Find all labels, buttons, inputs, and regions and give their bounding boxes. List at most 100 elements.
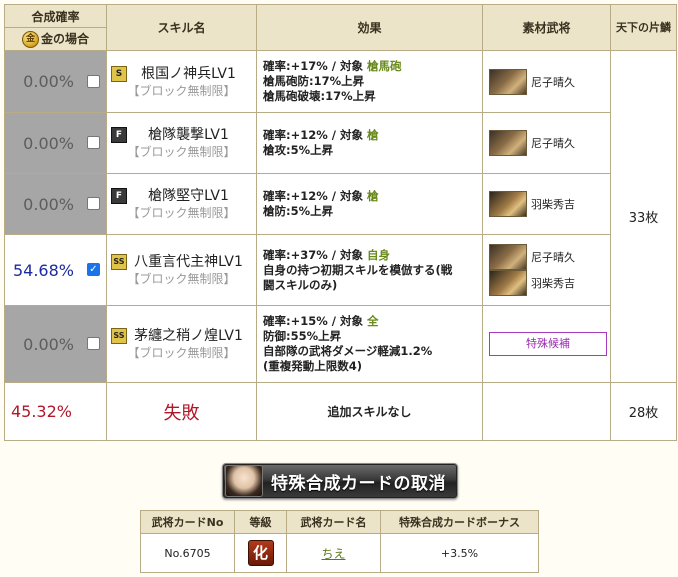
effect-rate: 確率:+15% / 対象 <box>263 314 367 328</box>
material-cell: 尼子晴久 <box>482 112 611 174</box>
fail-row: 45.32% 失敗 追加スキルなし 28枚 <box>4 382 677 441</box>
skill-block-tag: 【ブロック無制限】 <box>127 83 236 98</box>
tenka-header-label: 天下の片鱗 <box>616 21 671 34</box>
rank-header: 等級 <box>234 510 287 534</box>
skill-cell: F 槍隊堅守LV1 【ブロック無制限】 <box>106 173 257 235</box>
table-row: 0.00% SS 茅纏之稍ノ煌LV1 【ブロック無制限】 確率:+15% / 対… <box>4 305 677 383</box>
table-row: 54.68% ✓ SS 八重言代主神LV1 【ブロック無制限】 確率:+37% … <box>4 234 677 306</box>
effect-rate-line: 確率:+15% / 対象 全 <box>263 314 476 329</box>
skill-block-tag: 【ブロック無制限】 <box>127 272 236 286</box>
table-row: 0.00% F 槍隊堅守LV1 【ブロック無制限】 確率:+12% / 対象 槍… <box>4 173 677 235</box>
rate-value: 0.00% <box>23 133 74 153</box>
card-name-header: 武将カード名 <box>286 510 381 534</box>
table-row: 0.00% S 根国ノ神兵LV1 【ブロック無制限】 確率:+17% / 対象 … <box>4 50 677 383</box>
material-general[interactable]: 尼子晴久 <box>489 130 604 156</box>
skill-fusion-table: 合成確率 スキル名 効果 素材武将 天下の片鱗 金金の場合 0.00% S 根国… <box>4 4 677 441</box>
skill-block-tag: 【ブロック無制限】 <box>127 346 236 360</box>
skill-checkbox[interactable] <box>87 74 100 88</box>
skill-name: 根国ノ神兵LV1 <box>141 65 236 82</box>
card-name-link[interactable]: ちえ <box>321 547 345 561</box>
skill-cell: SS 八重言代主神LV1 【ブロック無制限】 <box>106 234 257 306</box>
material-cell: 尼子晴久 <box>482 50 611 113</box>
general-name: 尼子晴久 <box>531 251 575 264</box>
card-no-header: 武将カードNo <box>140 510 235 534</box>
gold-coin-icon: 金 <box>21 31 39 48</box>
effect-rate-line: 確率:+37% / 対象 自身 <box>263 248 476 263</box>
effect-target: 槍 <box>366 189 379 203</box>
rank-ka-icon: 化 <box>247 540 274 566</box>
gold-case-header: 金金の場合 <box>4 27 107 51</box>
effect-header: 効果 <box>256 4 483 51</box>
material-general[interactable]: 羽柴秀吉 <box>489 270 604 296</box>
skill-checkbox[interactable] <box>87 136 100 149</box>
card-no: No.6705 <box>140 533 235 573</box>
skill-block-tag: 【ブロック無制限】 <box>127 206 236 220</box>
skill-rank-ss-icon: SS <box>111 254 127 270</box>
material-cell: 特殊候補 <box>482 305 611 383</box>
effect-target: 全 <box>366 314 379 328</box>
general-portrait-icon <box>489 191 527 217</box>
special-candidate-button[interactable]: 特殊候補 <box>489 332 607 356</box>
general-portrait-icon <box>489 270 527 296</box>
skill-checkbox-checked[interactable]: ✓ <box>87 263 100 276</box>
effect-cell: 確率:+15% / 対象 全 防御:55%上昇 自部隊の武将ダメージ軽減1.2%… <box>256 305 483 383</box>
general-name: 尼子晴久 <box>531 75 575 89</box>
tenka-header: 天下の片鱗 <box>610 4 677 51</box>
effect-cell: 確率:+12% / 対象 槍 槍攻:5%上昇 <box>256 112 483 174</box>
effect-rate: 確率:+17% / 対象 <box>263 59 367 73</box>
table-row: 0.00% F 槍隊襲撃LV1 【ブロック無制限】 確率:+12% / 対象 槍… <box>4 112 677 174</box>
general-name: 羽柴秀吉 <box>531 198 575 211</box>
effect-line: 自身の持つ初期スキルを模倣する(戦 <box>263 262 453 277</box>
fail-effect: 追加スキルなし <box>256 382 483 441</box>
bonus-value: +3.5% <box>380 533 539 573</box>
rate-value: 54.68% <box>12 260 74 280</box>
gold-case-label: 金の場合 <box>40 32 89 46</box>
skill-rank-ss-icon: SS <box>111 328 127 344</box>
fail-material-empty <box>482 382 611 441</box>
effect-rate: 確率:+12% / 対象 <box>263 128 367 142</box>
effect-rate-line: 確率:+17% / 対象 槍馬砲 <box>263 59 476 74</box>
rate-cell: 0.00% <box>4 173 107 235</box>
effect-line: 槍馬砲破壊:17%上昇 <box>263 89 376 103</box>
material-general[interactable]: 尼子晴久 <box>489 68 604 95</box>
skill-checkbox[interactable] <box>87 337 100 350</box>
fail-label: 失敗 <box>106 382 257 441</box>
cancel-special-card-label: 特殊合成カードの取消 <box>271 473 446 494</box>
general-portrait-icon <box>489 68 527 95</box>
rate-cell: 0.00% <box>4 50 107 113</box>
fail-rate: 45.32% <box>4 382 107 441</box>
effect-line: (重複発動上限数4) <box>263 359 363 373</box>
effect-cell: 確率:+12% / 対象 槍 槍防:5%上昇 <box>256 173 483 235</box>
skill-cell: S 根国ノ神兵LV1 【ブロック無制限】 <box>106 50 257 113</box>
skill-rank-f-icon: F <box>111 127 127 143</box>
skill-checkbox[interactable] <box>87 197 100 210</box>
table-row: No.6705 化 ちえ +3.5% <box>140 533 539 573</box>
skill-cell: F 槍隊襲撃LV1 【ブロック無制限】 <box>106 112 257 174</box>
effect-line: 自部隊の武将ダメージ軽減1.2% <box>263 344 433 358</box>
card-portrait-icon <box>225 465 263 497</box>
effect-rate-line: 確率:+12% / 対象 槍 <box>263 128 476 143</box>
material-general[interactable]: 羽柴秀吉 <box>489 191 604 217</box>
material-header: 素材武将 <box>482 4 611 51</box>
skill-name: 茅纏之稍ノ煌LV1 <box>134 328 243 344</box>
effect-rate: 確率:+37% / 対象 <box>263 247 367 262</box>
material-cell: 羽柴秀吉 <box>482 173 611 235</box>
skill-block-tag: 【ブロック無制限】 <box>127 145 236 159</box>
effect-target: 槍 <box>366 128 379 142</box>
bonus-header: 特殊合成カードボーナス <box>380 510 539 534</box>
general-name: 尼子晴久 <box>531 137 575 150</box>
skill-name: 槍隊襲撃LV1 <box>148 127 229 143</box>
effect-line: 槍馬砲防:17%上昇 <box>263 74 365 88</box>
rate-value: 0.00% <box>23 72 74 91</box>
special-card-table: 武将カードNo 等級 武将カード名 特殊合成カードボーナス No.6705 化 … <box>140 510 539 573</box>
effect-target: 槍馬砲 <box>366 59 402 73</box>
skill-name-header: スキル名 <box>106 4 257 51</box>
skill-rank-f-icon: F <box>111 188 127 204</box>
skill-cell: SS 茅纏之稍ノ煌LV1 【ブロック無制限】 <box>106 305 257 383</box>
material-general[interactable]: 尼子晴久 <box>489 244 604 270</box>
rank-cell: 化 <box>234 533 287 573</box>
effect-cell: 確率:+37% / 対象 自身 自身の持つ初期スキルを模倣する(戦 闘スキルのみ… <box>256 234 483 306</box>
fail-tenka-count: 28枚 <box>610 382 677 441</box>
cancel-special-card-button[interactable]: 特殊合成カードの取消 <box>222 463 458 499</box>
tenka-count-cell: 33枚 <box>610 50 677 383</box>
